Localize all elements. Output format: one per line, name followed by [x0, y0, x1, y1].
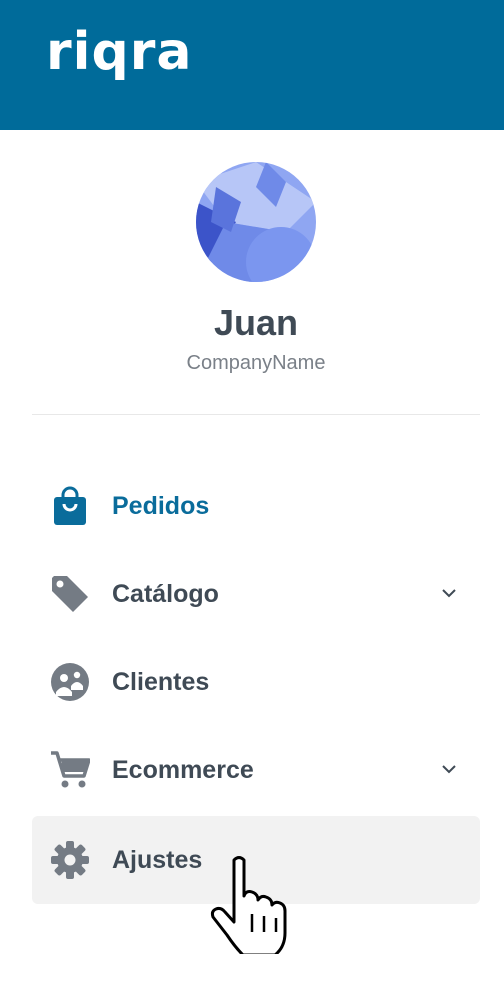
sidebar-item-label: Ajustes — [112, 846, 203, 874]
sidebar-item-pedidos[interactable]: Pedidos — [32, 462, 480, 550]
sidebar-item-label: Pedidos — [112, 492, 210, 520]
sidebar-item-label: Catálogo — [112, 580, 219, 608]
user-name: Juan — [213, 302, 299, 343]
divider — [32, 414, 480, 415]
shopping-bag-icon — [54, 486, 86, 525]
user-profile: Juan CompanyName — [0, 130, 504, 415]
chevron-down-icon[interactable] — [440, 584, 458, 602]
sidebar-item-ecommerce[interactable]: Ecommerce — [32, 726, 480, 814]
sidebar-item-clientes[interactable]: Clientes — [32, 638, 480, 726]
gear-icon — [51, 841, 89, 879]
sidebar-item-label: Clientes — [112, 668, 210, 696]
sidebar-item-label: Ecommerce — [112, 756, 254, 784]
riqra-logo[interactable]: riqra — [46, 22, 192, 82]
hand-cursor-icon — [210, 856, 287, 954]
tag-icon — [52, 576, 88, 612]
sidebar-item-catalogo[interactable]: Catálogo — [32, 550, 480, 638]
cart-icon — [51, 751, 90, 788]
chevron-down-icon[interactable] — [440, 760, 458, 778]
app-header: riqra — [0, 0, 504, 130]
avatar[interactable] — [196, 162, 316, 282]
clients-icon — [51, 663, 89, 701]
company-name: CompanyName — [186, 352, 326, 374]
